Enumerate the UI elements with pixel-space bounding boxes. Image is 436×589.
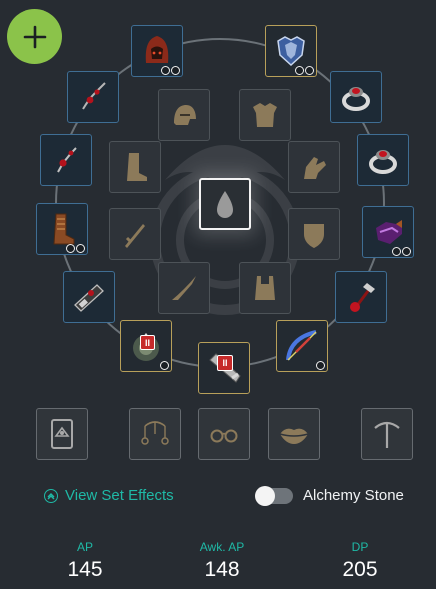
- outfit-helmet-slot[interactable]: [158, 89, 210, 141]
- boots-outline-icon: [127, 153, 147, 181]
- earring-icon: [57, 147, 77, 173]
- stat-ap-value: 145: [67, 558, 103, 581]
- sub-weapon-slot[interactable]: II: [120, 320, 172, 372]
- outfit-armor-slot[interactable]: [239, 89, 291, 141]
- outfit-shield-slot[interactable]: [288, 208, 340, 260]
- glasses-slot[interactable]: [198, 408, 250, 460]
- stat-ap-label: AP: [76, 540, 93, 554]
- boots-icon: [53, 213, 75, 245]
- artifact-icon: [350, 283, 375, 312]
- shield-outline-icon: [304, 224, 324, 248]
- belt-slot[interactable]: [63, 271, 115, 323]
- helmet-slot[interactable]: [131, 25, 183, 77]
- gloves-slot[interactable]: [362, 206, 414, 258]
- enhancement-badge: II: [140, 335, 155, 350]
- toggle-knob: [255, 485, 275, 506]
- add-button[interactable]: [7, 9, 62, 64]
- ring-1-slot[interactable]: [330, 71, 382, 123]
- pickaxe-slot[interactable]: [361, 408, 413, 460]
- stone-card-icon: [51, 419, 73, 449]
- crossbow-icon: [286, 330, 317, 361]
- alchemy-stone-toggle-label: Alchemy Stone: [303, 487, 404, 504]
- hooded-helmet-icon: [145, 36, 169, 63]
- necklace-slot[interactable]: [67, 71, 119, 123]
- artifact-slot[interactable]: [335, 271, 387, 323]
- droplet-icon: [217, 191, 233, 218]
- stat-dp: DP 205: [310, 540, 410, 582]
- stat-awakening-ap-value: 148: [204, 558, 240, 581]
- armor-slot[interactable]: [265, 25, 317, 77]
- stat-dp-value: 205: [342, 558, 378, 581]
- socket-dots: [392, 247, 411, 256]
- socket-dots: [160, 361, 169, 370]
- gloves-outline-icon: [304, 157, 326, 179]
- lips-icon: [279, 428, 309, 444]
- stat-awakening-ap-label: Awk. AP: [199, 540, 245, 554]
- outfit-sub-weapon-slot[interactable]: [109, 208, 161, 260]
- stat-ap: AP 145: [35, 540, 135, 582]
- pickaxe-icon: [374, 421, 400, 448]
- socket-dots: [295, 66, 314, 75]
- view-set-effects-label: View Set Effects: [65, 487, 174, 504]
- outfit-weapon-slot[interactable]: [158, 262, 210, 314]
- alchemy-stone-slot[interactable]: [36, 408, 88, 460]
- glasses-icon: [210, 429, 238, 443]
- stat-dp-label: DP: [351, 540, 369, 554]
- necklace-icon: [82, 82, 106, 110]
- socket-dots: [316, 361, 325, 370]
- main-weapon-slot[interactable]: [276, 320, 328, 372]
- purple-gloves-icon: [376, 220, 402, 244]
- socket-dots: [66, 244, 85, 253]
- alchemy-stone-toggle[interactable]: [255, 485, 293, 506]
- plus-icon: [23, 25, 46, 48]
- outfit-underwear-slot[interactable]: [239, 262, 291, 314]
- awakening-weapon-slot[interactable]: II: [198, 342, 250, 394]
- earrings-cosmetic-icon: [141, 421, 169, 445]
- outfit-center-slot[interactable]: [199, 178, 251, 230]
- stat-awakening-ap: Awk. AP 148: [172, 540, 272, 582]
- chevron-up-circle-icon: [44, 488, 58, 503]
- knife-outline-icon: [172, 276, 196, 300]
- view-set-effects-link[interactable]: View Set Effects: [44, 487, 174, 504]
- vest-outline-icon: [255, 276, 275, 300]
- armor-outline-icon: [253, 103, 277, 127]
- alchemy-stone-toggle-row[interactable]: Alchemy Stone: [255, 485, 404, 506]
- ring-icon: [369, 150, 397, 174]
- outfit-gloves-slot[interactable]: [288, 141, 340, 193]
- dagger-outline-icon: [125, 224, 145, 248]
- enhancement-badge: II: [217, 355, 233, 371]
- belt-icon: [74, 284, 104, 312]
- socket-dots: [161, 66, 180, 75]
- helmet-outline-icon: [174, 105, 196, 125]
- outfit-boots-slot[interactable]: [109, 141, 161, 193]
- earrings-cosmetic-slot[interactable]: [129, 408, 181, 460]
- ring-icon: [342, 87, 370, 111]
- lips-slot[interactable]: [268, 408, 320, 460]
- ring-2-slot[interactable]: [357, 134, 409, 186]
- blue-armor-icon: [277, 36, 305, 67]
- earring-1-slot[interactable]: [40, 134, 92, 186]
- boots-slot[interactable]: [36, 203, 88, 255]
